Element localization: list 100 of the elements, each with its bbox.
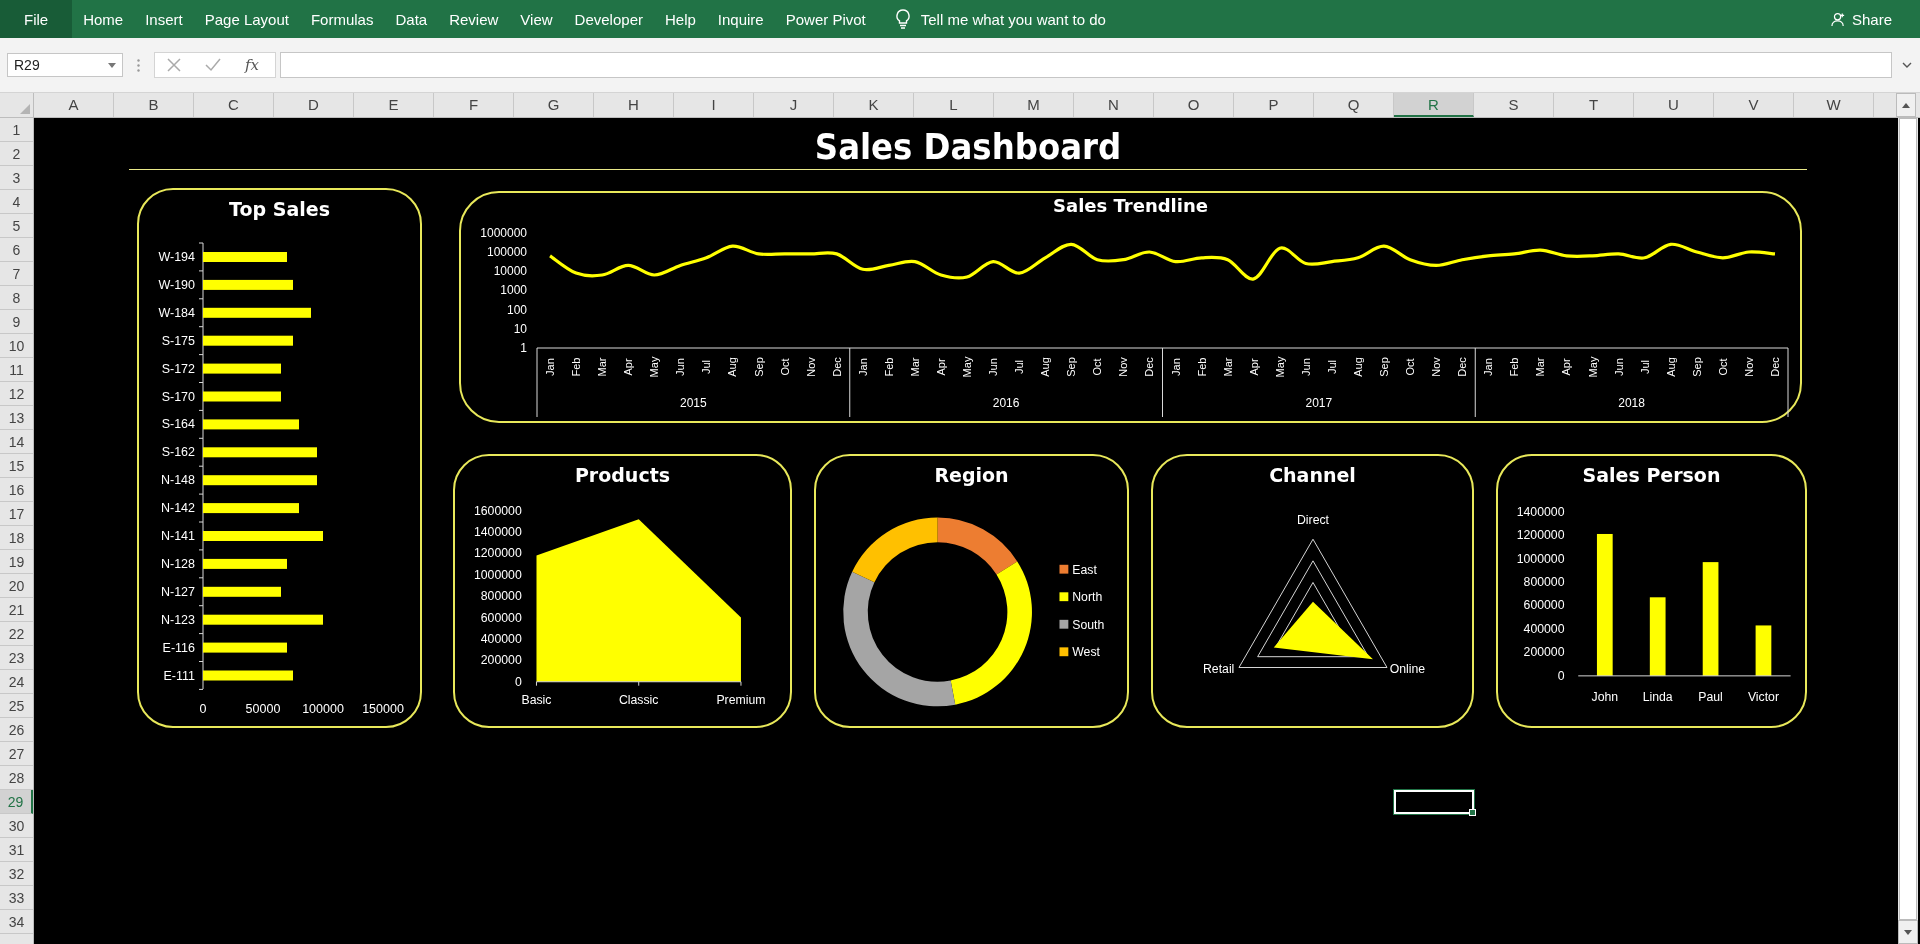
- row-header[interactable]: 12: [0, 382, 33, 406]
- row-header[interactable]: 30: [0, 814, 33, 838]
- row-header[interactable]: 16: [0, 478, 33, 502]
- tell-me-search[interactable]: Tell me what you want to do: [920, 10, 1106, 28]
- row-header[interactable]: 25: [0, 694, 33, 718]
- vertical-dots-icon: [137, 58, 140, 72]
- axis-label: Direct: [1297, 513, 1329, 528]
- column-header[interactable]: V: [1714, 93, 1794, 117]
- column-header[interactable]: M: [994, 93, 1074, 117]
- row-header[interactable]: 9: [0, 310, 33, 334]
- column-header[interactable]: A: [34, 93, 114, 117]
- row-header[interactable]: 2: [0, 142, 33, 166]
- column-header[interactable]: C: [194, 93, 274, 117]
- row-header[interactable]: 15: [0, 454, 33, 478]
- row-header[interactable]: 32: [0, 862, 33, 886]
- scroll-up-button[interactable]: [1896, 93, 1916, 117]
- category-label: W-184: [158, 305, 195, 320]
- row-header[interactable]: 18: [0, 526, 33, 550]
- row-header[interactable]: 1: [0, 118, 33, 142]
- column-header[interactable]: H: [594, 93, 674, 117]
- row-header[interactable]: 17: [0, 502, 33, 526]
- category-label: Apr: [1560, 358, 1573, 376]
- row-header[interactable]: 26: [0, 718, 33, 742]
- column-header[interactable]: W: [1794, 93, 1874, 117]
- ribbon-tab[interactable]: View: [509, 0, 564, 38]
- row-header[interactable]: 11: [0, 358, 33, 382]
- category-label: Nov: [1742, 357, 1755, 377]
- category-label: May: [961, 356, 974, 378]
- row-header[interactable]: 27: [0, 742, 33, 766]
- ribbon-tab[interactable]: Inquire: [706, 0, 775, 38]
- ribbon-tab[interactable]: Home: [72, 0, 135, 38]
- row-header[interactable]: 6: [0, 238, 33, 262]
- row-header[interactable]: 21: [0, 598, 33, 622]
- cancel-icon[interactable]: [167, 58, 181, 72]
- axis-label: 1200000: [1516, 528, 1565, 543]
- category-label: 2016: [992, 396, 1020, 410]
- row-header[interactable]: 4: [0, 190, 33, 214]
- column-header[interactable]: I: [674, 93, 754, 117]
- column-header[interactable]: S: [1474, 93, 1554, 117]
- down-arrow-icon: [1904, 929, 1912, 935]
- row-header[interactable]: 23: [0, 646, 33, 670]
- column-header[interactable]: P: [1234, 93, 1314, 117]
- row-header[interactable]: 31: [0, 838, 33, 862]
- column-header[interactable]: D: [274, 93, 354, 117]
- row-header[interactable]: 33: [0, 886, 33, 910]
- ribbon-tab[interactable]: Data: [384, 0, 439, 38]
- axis-label: 400000: [480, 631, 522, 646]
- active-cell-outline[interactable]: [1394, 790, 1474, 814]
- column-header[interactable]: B: [114, 93, 194, 117]
- row-header[interactable]: 29: [0, 790, 33, 814]
- column-header[interactable]: E: [354, 93, 434, 117]
- ribbon-tab[interactable]: Developer: [563, 0, 654, 38]
- category-label: Dec: [1768, 357, 1781, 377]
- ribbon-tab[interactable]: Formulas: [299, 0, 385, 38]
- row-header[interactable]: 22: [0, 622, 33, 646]
- name-box[interactable]: R29: [7, 53, 123, 77]
- ribbon-tab[interactable]: Help: [653, 0, 707, 38]
- column-header[interactable]: K: [834, 93, 914, 117]
- row-header[interactable]: 8: [0, 286, 33, 310]
- column-header[interactable]: R: [1394, 93, 1474, 117]
- column-header[interactable]: O: [1154, 93, 1234, 117]
- ribbon-tab[interactable]: Page Layout: [193, 0, 300, 38]
- category-label: W-194: [158, 250, 195, 264]
- row-header[interactable]: 13: [0, 406, 33, 430]
- row-header[interactable]: 14: [0, 430, 33, 454]
- column-header[interactable]: L: [914, 93, 994, 117]
- vertical-scrollbar[interactable]: [1898, 118, 1918, 944]
- column-header[interactable]: T: [1554, 93, 1634, 117]
- row-header[interactable]: 5: [0, 214, 33, 238]
- column-header[interactable]: G: [514, 93, 594, 117]
- category-label: N-123: [160, 612, 195, 627]
- category-label: Linda: [1642, 690, 1673, 705]
- share-button[interactable]: Share: [1824, 9, 1898, 29]
- ribbon-tab[interactable]: Power Pivot: [774, 0, 877, 38]
- insert-function-button[interactable]: fx: [245, 56, 259, 74]
- ribbon-tab[interactable]: Review: [438, 0, 510, 38]
- formula-input[interactable]: [280, 52, 1892, 78]
- lightbulb-icon: [894, 9, 911, 29]
- checkmark-icon[interactable]: [205, 58, 221, 72]
- corner-triangle-icon: [20, 104, 30, 114]
- column-header[interactable]: N: [1074, 93, 1154, 117]
- column-header[interactable]: U: [1634, 93, 1714, 117]
- row-header[interactable]: 34: [0, 910, 33, 934]
- column-header[interactable]: F: [434, 93, 514, 117]
- row-header[interactable]: 3: [0, 166, 33, 190]
- row-header[interactable]: 7: [0, 262, 33, 286]
- chevron-down-icon[interactable]: [1902, 62, 1912, 68]
- scroll-down-button[interactable]: [1898, 920, 1918, 944]
- legend-label: South: [1072, 617, 1105, 632]
- axis-label: 800000: [480, 589, 522, 604]
- category-label: Jan: [856, 358, 869, 376]
- row-header[interactable]: 19: [0, 550, 33, 574]
- axis-label: 1000000: [1516, 551, 1565, 566]
- category-label: Mar: [1534, 357, 1547, 377]
- row-header[interactable]: 24: [0, 670, 33, 694]
- ribbon-tab[interactable]: Insert: [134, 0, 194, 38]
- column-header[interactable]: J: [754, 93, 834, 117]
- file-tab[interactable]: File: [0, 0, 73, 38]
- row-header[interactable]: 10: [0, 334, 33, 358]
- row-header[interactable]: 20: [0, 574, 33, 598]
